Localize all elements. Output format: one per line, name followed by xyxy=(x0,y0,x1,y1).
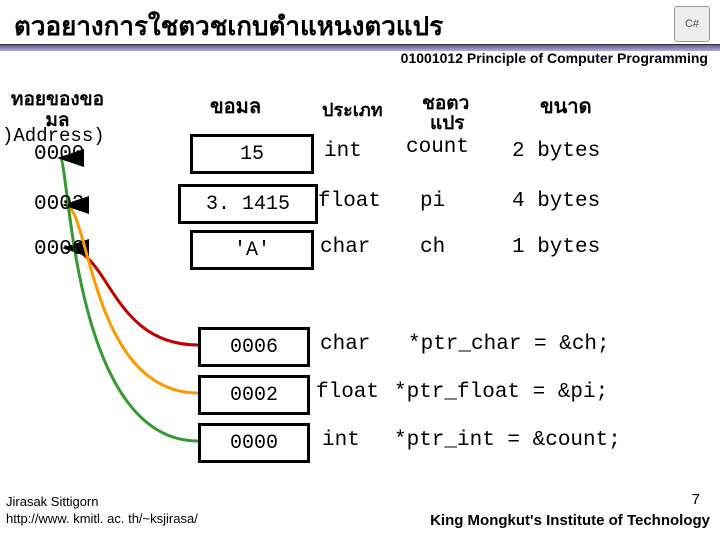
var-0: count xyxy=(406,136,469,159)
data-cell-0: 15 xyxy=(190,134,314,174)
type-2: char xyxy=(320,236,370,259)
ptr-expr-0: *ptr_char = &ch; xyxy=(408,333,610,356)
addr-2: 0006 xyxy=(34,238,84,261)
header-var-line2: แปร xyxy=(430,108,465,138)
footer-institute: King Mongkut's Institute of Technology xyxy=(430,511,710,531)
pointer-arrows xyxy=(0,0,720,540)
size-1: 4 bytes xyxy=(512,190,600,213)
size-0: 2 bytes xyxy=(512,140,600,163)
header-size: ขนาด xyxy=(540,90,592,122)
ptr-expr-1: *ptr_float = &pi; xyxy=(394,381,608,404)
ptr-type-2: int xyxy=(322,429,360,452)
author-name: Jirasak Sittigorn xyxy=(6,494,198,511)
ptr-data-2: 0000 xyxy=(198,423,310,463)
page-number: 7 xyxy=(692,491,700,508)
author-url: http://www. kmitl. ac. th/~ksjirasa/ xyxy=(6,511,198,528)
header-type: ประเภท xyxy=(322,95,383,124)
data-cell-1: 3. 1415 xyxy=(178,184,318,224)
size-2: 1 bytes xyxy=(512,236,600,259)
ptr-data-1: 0002 xyxy=(198,375,310,415)
var-1: pi xyxy=(420,190,445,213)
var-2: ch xyxy=(420,236,445,259)
type-1: float xyxy=(318,190,381,213)
ptr-data-0: 0006 xyxy=(198,327,310,367)
ptr-type-1: float xyxy=(316,381,379,404)
slide-title: ตวอยางการใชตวชเกบตำแหนงตวแปร xyxy=(14,6,443,47)
csharp-badge-icon: C# xyxy=(674,6,710,42)
addr-1: 0002 xyxy=(34,193,84,216)
addr-0: 0000 xyxy=(34,143,84,166)
footer-left: Jirasak Sittigorn http://www. kmitl. ac.… xyxy=(6,494,198,528)
type-0: int xyxy=(324,140,362,163)
ptr-expr-2: *ptr_int = &count; xyxy=(394,429,621,452)
ptr-type-0: char xyxy=(320,333,370,356)
course-code: 01001012 Principle of Computer Programmi… xyxy=(401,50,708,66)
header-data: ขอมล xyxy=(210,90,261,122)
data-cell-2: 'A' xyxy=(190,230,314,270)
